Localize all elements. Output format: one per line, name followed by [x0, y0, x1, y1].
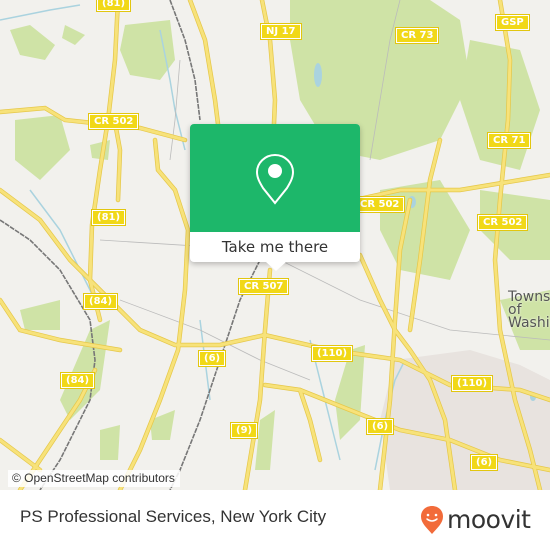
road-shield: CR 73 — [394, 27, 440, 44]
moovit-wordmark: moovit — [447, 505, 531, 534]
road-shield: GSP — [495, 14, 530, 31]
road-shield: (9) — [229, 422, 259, 439]
location-popup: Take me there — [190, 124, 360, 271]
popup-pointer — [266, 262, 286, 271]
take-me-there-button[interactable]: Take me there — [190, 232, 360, 262]
road-shield: (110) — [310, 345, 354, 362]
road-shield: CR 507 — [237, 278, 290, 295]
road-shield: (110) — [450, 375, 494, 392]
place-title: PS Professional Services, New York City — [20, 507, 327, 526]
road-shield: (84) — [82, 293, 119, 310]
road-shield: (81) — [90, 209, 127, 226]
road-shield: CR 502 — [87, 113, 140, 130]
road-shield: (6) — [365, 418, 395, 435]
moovit-logo[interactable]: moovit — [420, 505, 531, 535]
road-shield: (84) — [59, 372, 96, 389]
moovit-pin-icon — [421, 506, 443, 534]
map-attribution[interactable]: © OpenStreetMap contributors — [8, 470, 180, 487]
road-shield: CR 71 — [486, 132, 532, 149]
road-shield: NJ 17 — [260, 23, 302, 40]
popup-header — [190, 124, 360, 232]
road-shield: CR 502 — [353, 196, 406, 213]
road-shield: (6) — [197, 350, 227, 367]
road-shield: CR 502 — [476, 214, 529, 231]
place-label-line2: of Washin — [508, 302, 550, 331]
road-shield: (6) — [469, 454, 499, 471]
place-label: Towns of Washin — [508, 290, 550, 331]
map-pin-icon — [255, 153, 295, 205]
road-shield: (81) — [95, 0, 132, 12]
